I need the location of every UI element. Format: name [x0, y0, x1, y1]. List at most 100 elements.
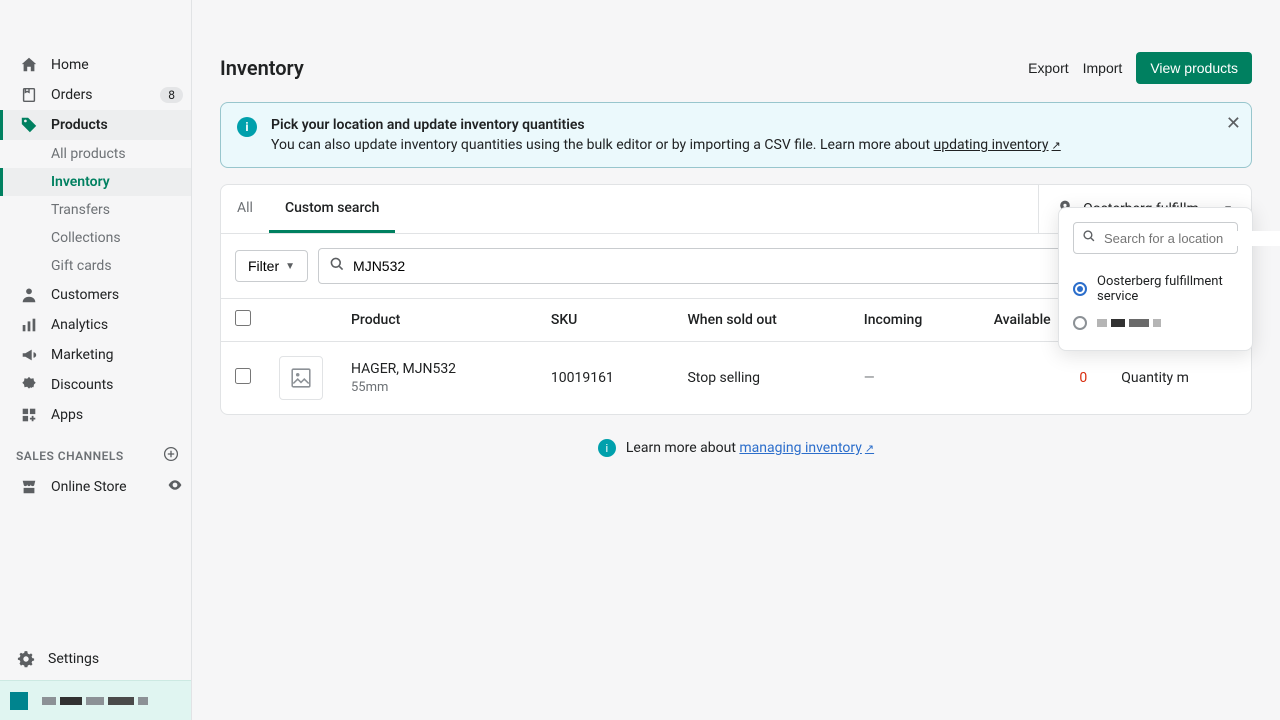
- sidebar-item-label: Analytics: [51, 317, 108, 333]
- subnav-transfers[interactable]: Transfers: [0, 196, 191, 224]
- customers-icon: [19, 286, 39, 304]
- location-popover: Oosterberg fulfillment service: [1058, 207, 1253, 351]
- subnav-gift-cards[interactable]: Gift cards: [0, 252, 191, 280]
- sidebar-item-label: Marketing: [51, 347, 114, 363]
- view-products-button[interactable]: View products: [1136, 52, 1252, 84]
- apps-icon: [19, 406, 39, 424]
- subnav-collections[interactable]: Collections: [0, 224, 191, 252]
- col-when-sold-out: When sold out: [673, 299, 849, 342]
- sidebar-item-label: Discounts: [51, 377, 113, 393]
- filter-button[interactable]: Filter ▼: [235, 250, 308, 282]
- product-cell[interactable]: HAGER, MJN532 55mm: [337, 342, 537, 415]
- products-subnav: All products Inventory Transfers Collect…: [0, 140, 191, 280]
- main-nav: Home Orders 8 Products All products Inve…: [0, 38, 191, 644]
- sidebar-item-label: Products: [51, 117, 108, 133]
- info-icon: i: [598, 439, 616, 457]
- taskbar-redacted: [42, 697, 148, 705]
- sidebar-item-label: Orders: [51, 87, 93, 103]
- external-icon: ↗: [1052, 139, 1061, 152]
- search-icon: [1082, 229, 1096, 247]
- sidebar-item-products[interactable]: Products: [0, 110, 191, 140]
- page-header: Inventory Export Import View products: [220, 52, 1252, 84]
- sidebar-item-marketing[interactable]: Marketing: [0, 340, 191, 370]
- col-thumb: [265, 299, 337, 342]
- sidebar-item-analytics[interactable]: Analytics: [0, 310, 191, 340]
- edit-qty-label: Quantity m: [1121, 370, 1189, 386]
- footer-text: Learn more about: [626, 440, 740, 456]
- sidebar-item-orders[interactable]: Orders 8: [0, 80, 191, 110]
- sidebar-item-online-store[interactable]: Online Store: [0, 471, 191, 503]
- tab-custom-search[interactable]: Custom search: [269, 186, 395, 233]
- banner-link[interactable]: updating inventory↗: [934, 137, 1061, 153]
- banner-body: You can also update inventory quantities…: [271, 137, 1061, 153]
- product-name: HAGER, MJN532: [351, 361, 523, 377]
- banner-close-button[interactable]: ✕: [1226, 113, 1241, 134]
- banner-title: Pick your location and update inventory …: [271, 117, 1061, 133]
- products-icon: [19, 116, 39, 134]
- footer-link[interactable]: managing inventory↗: [739, 440, 874, 456]
- subnav-all-products[interactable]: All products: [0, 140, 191, 168]
- sku-cell: 10019161: [537, 342, 674, 415]
- table-row[interactable]: HAGER, MJN532 55mm 10019161 Stop selling…: [221, 342, 1251, 415]
- settings-label: Settings: [48, 651, 99, 667]
- location-search-input[interactable]: [1104, 231, 1280, 246]
- banner-body-text: You can also update inventory quantities…: [271, 137, 934, 153]
- tab-all[interactable]: All: [221, 186, 269, 233]
- add-channel-icon[interactable]: [163, 446, 179, 465]
- sidebar: Home Orders 8 Products All products Inve…: [0, 0, 192, 720]
- sidebar-item-label: Customers: [51, 287, 119, 303]
- select-all-checkbox[interactable]: [235, 310, 251, 326]
- section-heading-label: SALES CHANNELS: [16, 449, 124, 463]
- location-option-label: Oosterberg fulfillment service: [1097, 274, 1238, 304]
- when-sold-out-cell: Stop selling: [673, 342, 849, 415]
- row-checkbox[interactable]: [235, 368, 251, 384]
- product-variant: 55mm: [351, 380, 388, 395]
- sales-channels-heading: SALES CHANNELS: [0, 430, 191, 471]
- page-title: Inventory: [220, 56, 304, 80]
- marketing-icon: [19, 346, 39, 364]
- store-icon: [19, 478, 39, 496]
- search-input-wrap[interactable]: [318, 248, 1123, 284]
- filter-button-label: Filter: [248, 258, 279, 274]
- location-search-wrap[interactable]: [1073, 222, 1238, 254]
- radio-selected: [1073, 282, 1087, 296]
- sidebar-item-customers[interactable]: Customers: [0, 280, 191, 310]
- col-sku: SKU: [537, 299, 674, 342]
- edit-qty-cell: Quantity m: [1107, 342, 1251, 415]
- location-option-redacted: [1097, 319, 1161, 327]
- taskbar[interactable]: [0, 680, 191, 720]
- discounts-icon: [19, 376, 39, 394]
- eye-icon[interactable]: [167, 477, 183, 497]
- sidebar-item-label: Apps: [51, 407, 83, 423]
- product-thumbnail: [279, 356, 323, 400]
- external-icon: ↗: [865, 442, 874, 455]
- col-checkbox: [221, 299, 265, 342]
- inventory-card: All Custom search Oosterberg fulfillment…: [220, 184, 1252, 415]
- search-icon: [329, 256, 345, 276]
- gear-icon: [16, 650, 36, 668]
- export-button[interactable]: Export: [1028, 60, 1068, 76]
- location-option[interactable]: Oosterberg fulfillment service: [1073, 268, 1238, 310]
- incoming-cell: —: [850, 342, 980, 415]
- sidebar-item-label: Home: [51, 57, 89, 73]
- sidebar-item-settings[interactable]: Settings: [0, 644, 191, 674]
- sidebar-item-label: Online Store: [51, 479, 127, 495]
- info-banner: i Pick your location and update inventor…: [220, 102, 1252, 168]
- sidebar-item-apps[interactable]: Apps: [0, 400, 191, 430]
- taskbar-app-icon: [10, 692, 28, 710]
- location-option[interactable]: [1073, 310, 1238, 336]
- col-incoming: Incoming: [850, 299, 980, 342]
- sidebar-item-home[interactable]: Home: [0, 50, 191, 80]
- orders-badge: 8: [160, 87, 183, 103]
- search-input[interactable]: [353, 258, 1112, 274]
- tabs: All Custom search: [221, 186, 395, 233]
- main-content: Inventory Export Import View products i …: [192, 0, 1280, 720]
- orders-icon: [19, 86, 39, 104]
- radio-unselected: [1073, 316, 1087, 330]
- sidebar-item-discounts[interactable]: Discounts: [0, 370, 191, 400]
- chevron-down-icon: ▼: [285, 261, 295, 272]
- subnav-inventory[interactable]: Inventory: [0, 168, 191, 196]
- page-actions: Export Import View products: [1028, 52, 1252, 84]
- available-cell: 0: [980, 342, 1108, 415]
- import-button[interactable]: Import: [1083, 60, 1123, 76]
